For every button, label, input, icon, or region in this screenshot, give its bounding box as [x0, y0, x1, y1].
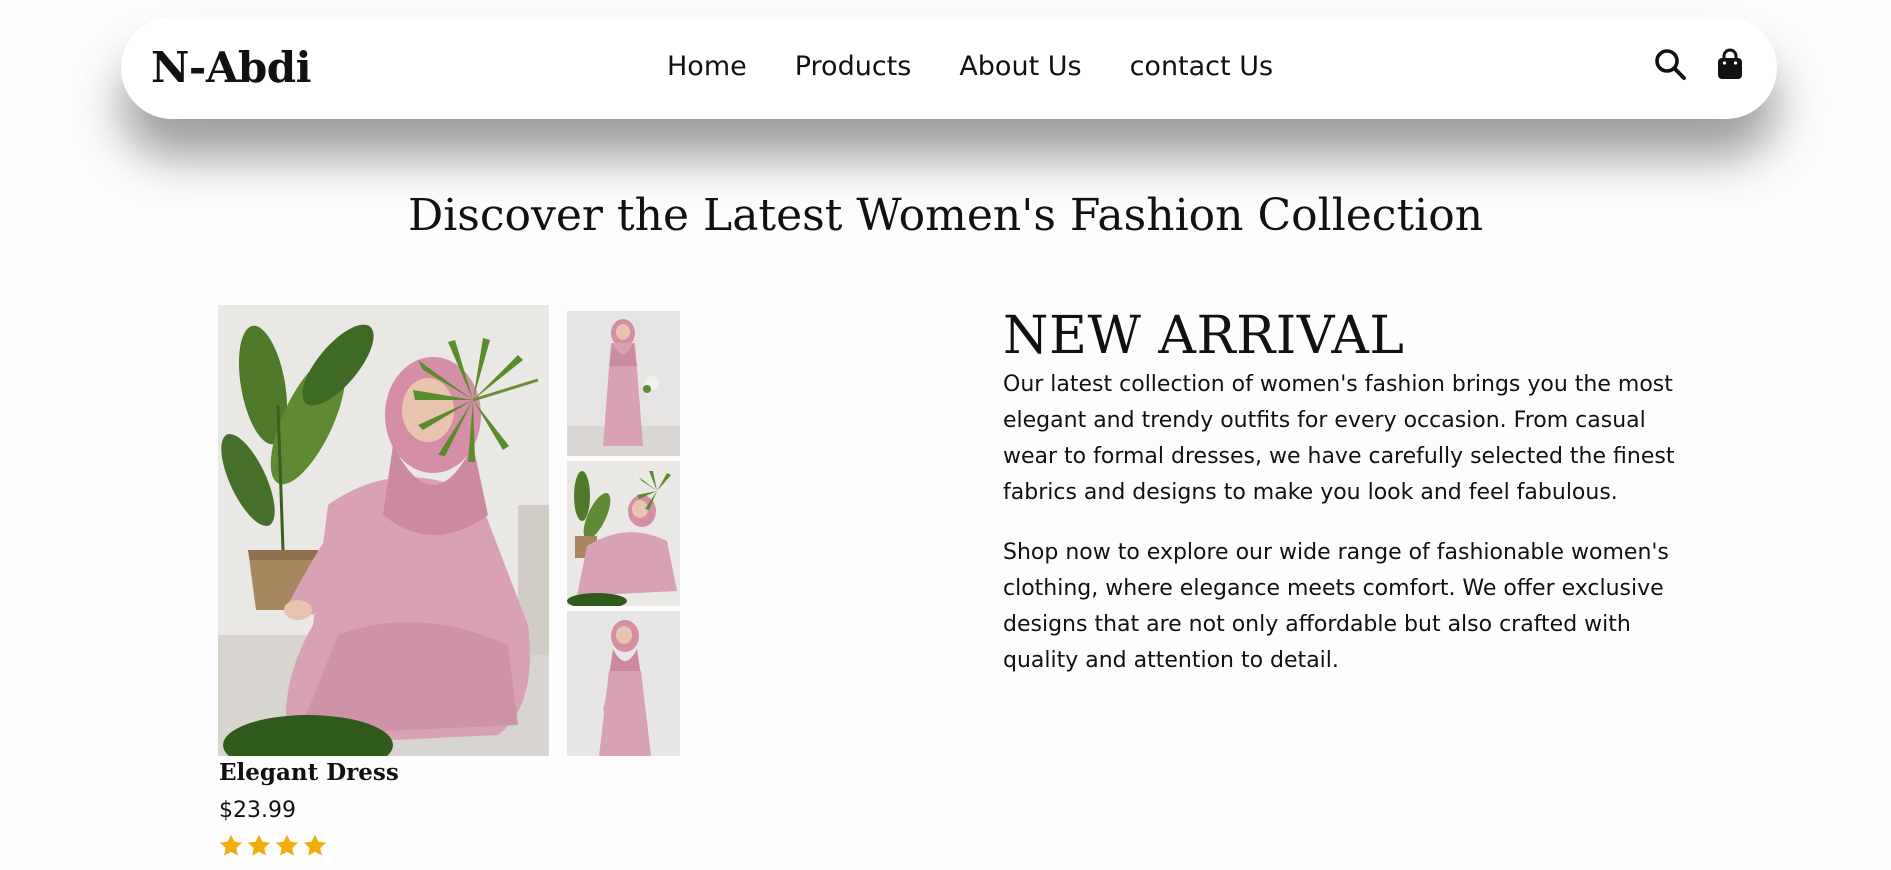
nav-link-home[interactable]: Home: [667, 51, 747, 82]
brand-logo[interactable]: N-Abdi: [151, 43, 312, 92]
hero-title: Discover the Latest Women's Fashion Coll…: [407, 190, 1484, 241]
search-icon[interactable]: [1653, 47, 1687, 81]
new-arrival-paragraph-1: Our latest collection of women's fashion…: [1003, 372, 1675, 505]
star-icon: [246, 833, 272, 859]
nav-link-products[interactable]: Products: [795, 51, 912, 82]
star-icon: [218, 833, 244, 859]
product-name[interactable]: Elegant Dress: [219, 759, 399, 786]
new-arrival-heading: NEW ARRIVAL: [1003, 306, 1405, 366]
navbar: N-Abdi Home Products About Us contact Us: [121, 17, 1777, 119]
nav-link-contact-us[interactable]: contact Us: [1130, 51, 1273, 82]
page: N-Abdi Home Products About Us contact Us: [0, 0, 1891, 870]
product-thumbnail-3[interactable]: [567, 611, 680, 756]
star-icon: [302, 833, 328, 859]
new-arrival-paragraph-2: Shop now to explore our wide range of fa…: [1003, 540, 1669, 673]
nav-links: Home Products About Us contact Us: [667, 51, 1273, 82]
shopping-bag-icon[interactable]: [1713, 47, 1747, 81]
product-price: $23.99: [219, 798, 296, 823]
nav-icons: [1653, 47, 1747, 81]
product-thumbnail-1[interactable]: [567, 311, 680, 456]
star-icon: [274, 833, 300, 859]
product-thumbnail-2[interactable]: [567, 461, 680, 606]
product-main-image[interactable]: [218, 305, 549, 756]
product-rating: [218, 833, 328, 859]
nav-link-about-us[interactable]: About Us: [959, 51, 1081, 82]
